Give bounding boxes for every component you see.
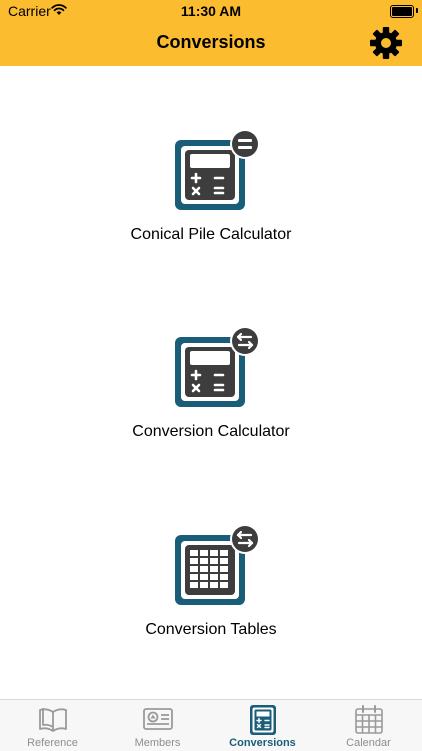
tab-reference[interactable]: Reference: [0, 700, 105, 751]
member-card-icon: [143, 708, 173, 730]
conversion-calculator-button[interactable]: Conversion Calculator: [0, 325, 422, 445]
tool-label: Conversion Tables: [145, 621, 277, 638]
calendar-icon: [355, 705, 383, 734]
clock: 11:30 AM: [180, 3, 242, 19]
book-icon: [39, 708, 67, 732]
battery-tip: [416, 8, 418, 13]
gear-icon[interactable]: [369, 26, 403, 60]
table-arrows-icon: [175, 524, 260, 605]
tab-conversions[interactable]: Conversions: [210, 700, 315, 751]
tab-label: Calendar: [346, 737, 391, 749]
tab-members[interactable]: Members: [105, 700, 210, 751]
tool-label: Conical Pile Calculator: [130, 226, 292, 243]
navigation-bar: Carrier 11:30 AM Conversions: [0, 0, 422, 66]
tool-label: Conversion Calculator: [132, 423, 290, 440]
tab-label: Conversions: [229, 737, 296, 749]
conversion-tables-button[interactable]: Conversion Tables: [0, 523, 422, 643]
calculator-arrows-icon: [175, 326, 260, 407]
tab-calendar[interactable]: Calendar: [316, 700, 421, 751]
page-title: Conversions: [156, 32, 266, 52]
calculator-equals-icon: [175, 129, 260, 210]
battery-icon: [390, 5, 414, 18]
tab-bar: Reference Members Conversions Calendar: [0, 699, 422, 751]
conical-pile-calculator-button[interactable]: Conical Pile Calculator: [0, 128, 422, 248]
status-bar: Carrier 11:30 AM: [0, 0, 422, 22]
calculator-icon: [250, 705, 276, 735]
tab-label: Members: [134, 737, 181, 749]
tab-label: Reference: [27, 737, 78, 749]
